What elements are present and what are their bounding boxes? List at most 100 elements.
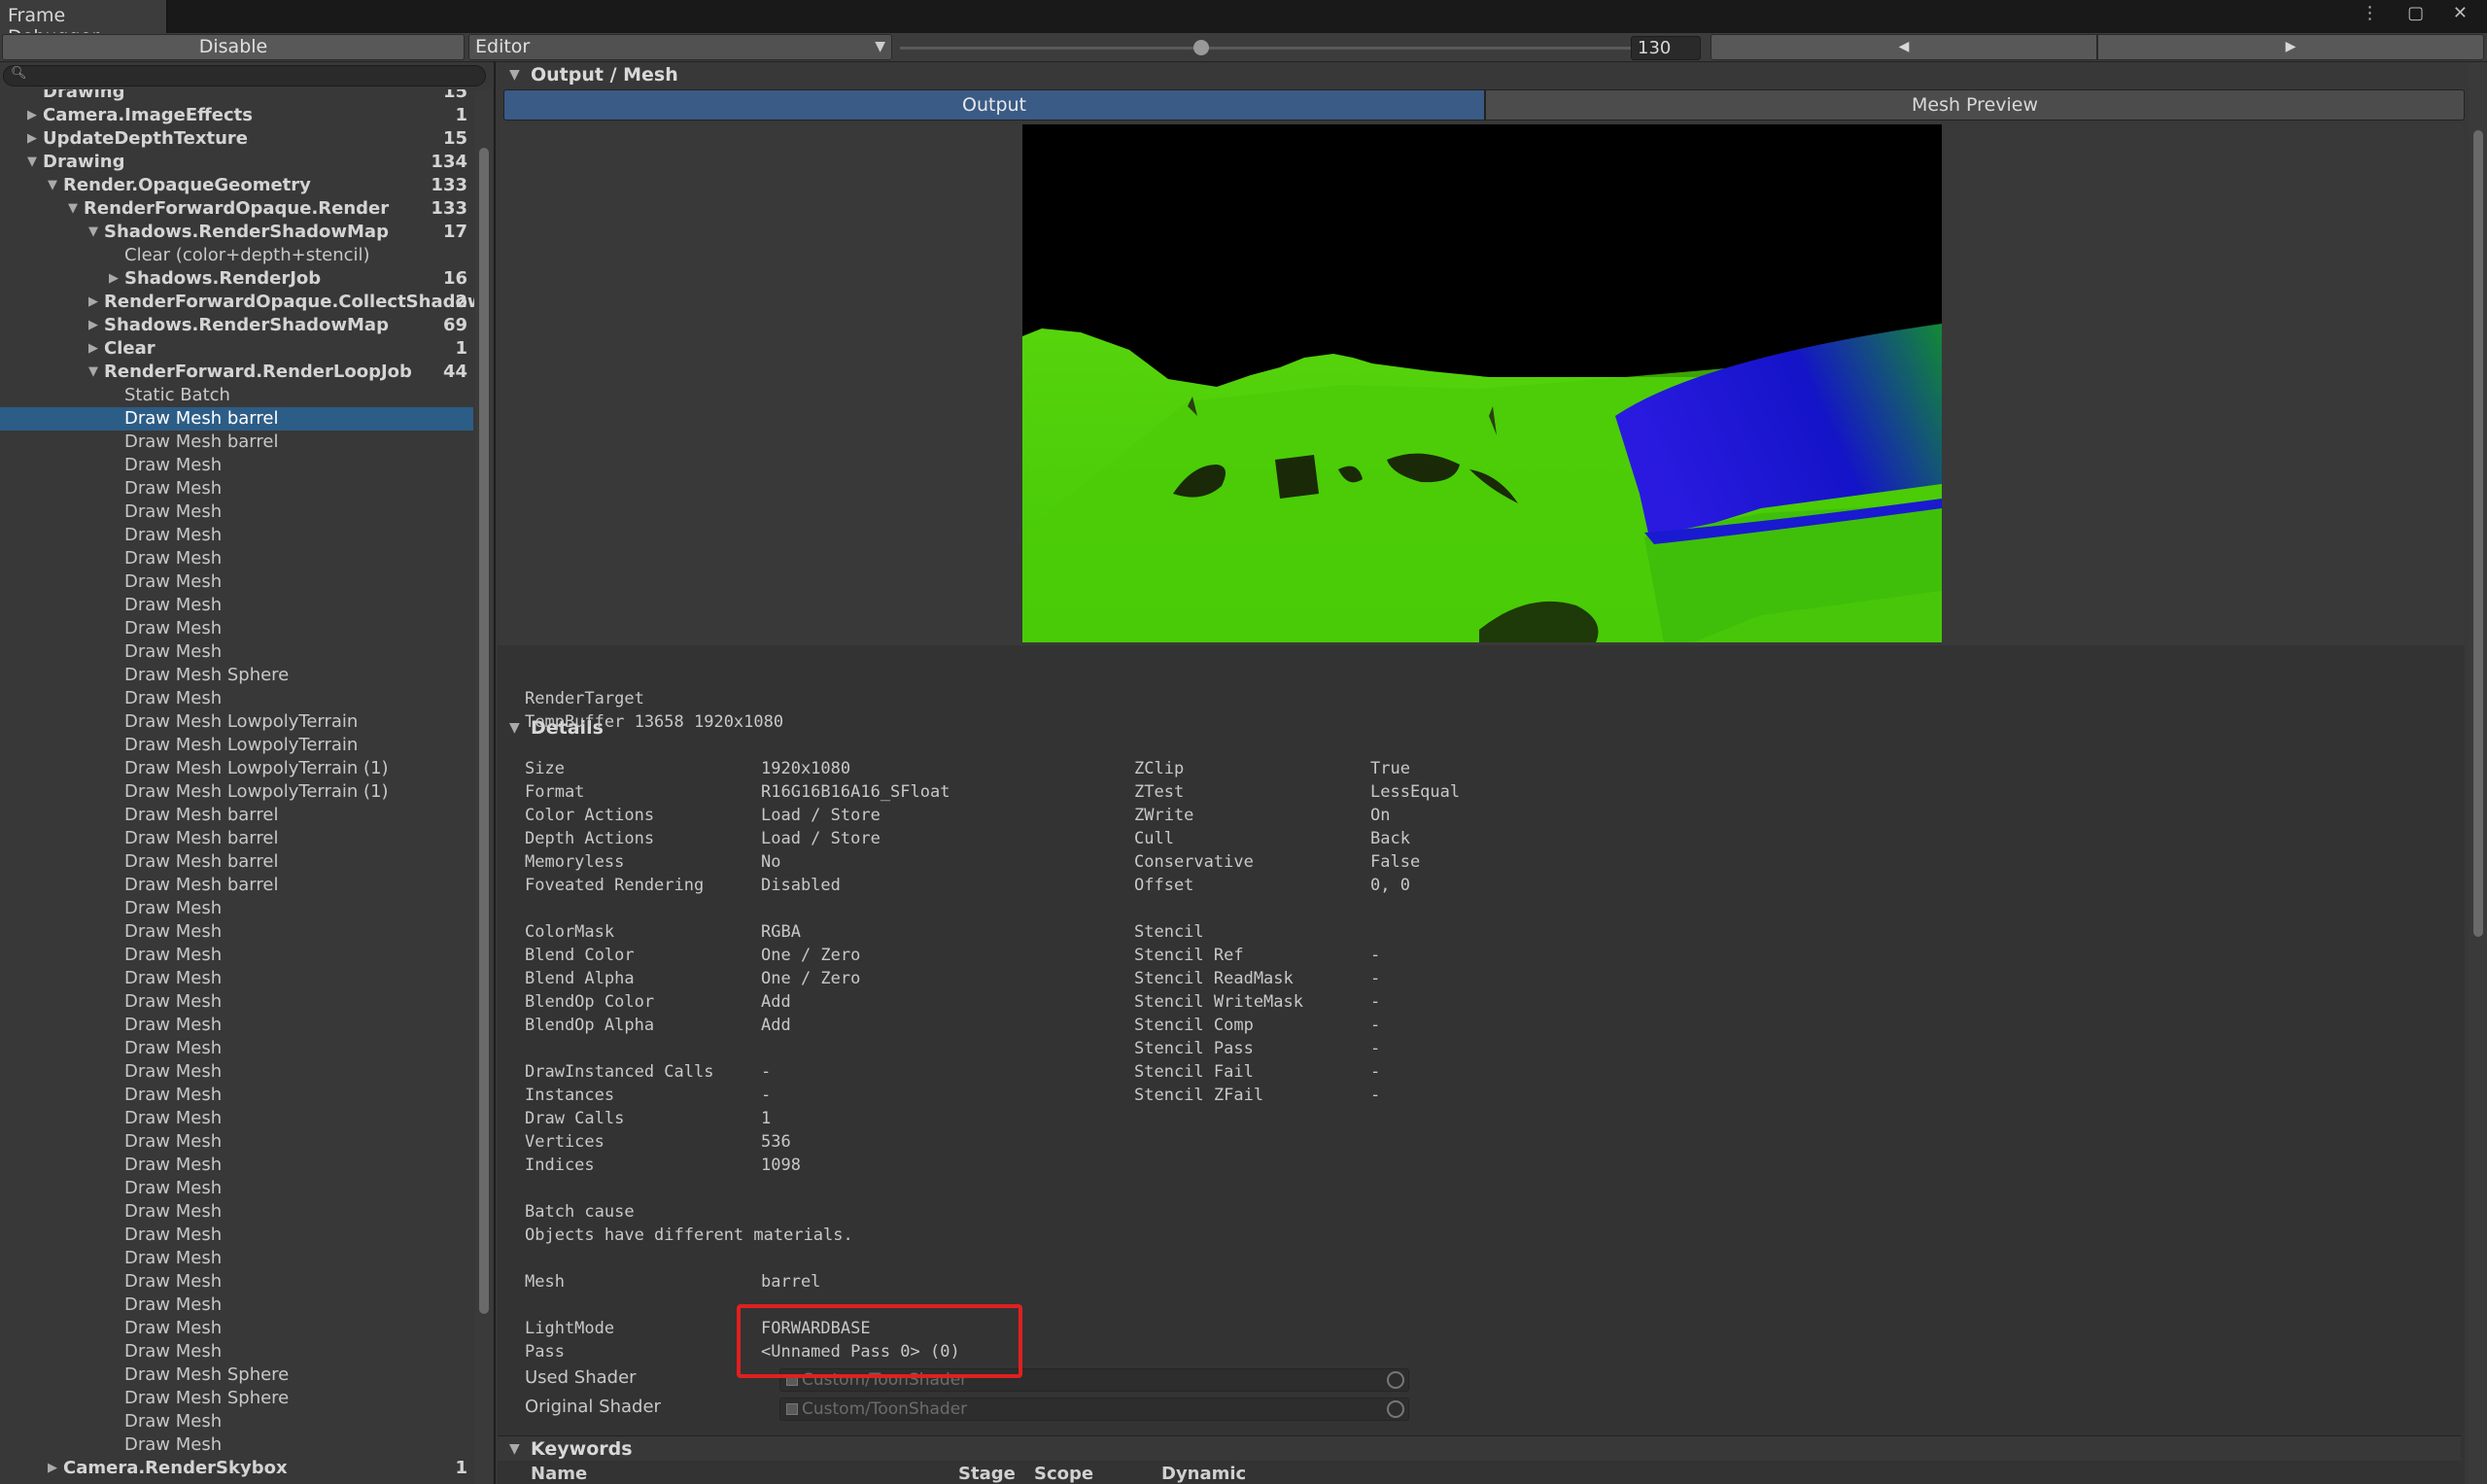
tree-row[interactable]: Draw Mesh — [0, 1154, 473, 1177]
frame-slider[interactable] — [896, 33, 1635, 62]
tree-row[interactable]: Draw Mesh — [0, 1084, 473, 1107]
tree-row[interactable]: Draw Mesh — [0, 570, 473, 594]
tree-row[interactable]: Draw Mesh — [0, 524, 473, 547]
window-tab-frame-debugger[interactable]: Frame Debugger — [0, 0, 167, 48]
triangle-down-icon[interactable]: ▼ — [68, 197, 78, 221]
tree-row[interactable]: Draw Mesh LowpolyTerrain (1) — [0, 780, 473, 804]
tree-row[interactable]: Draw Mesh LowpolyTerrain (1) — [0, 757, 473, 780]
frame-number-field[interactable]: 130 — [1631, 36, 1701, 60]
tree-row-label: Camera.ImageEffects — [43, 105, 253, 125]
tree-row[interactable]: Draw Mesh Sphere — [0, 1387, 473, 1410]
tree-row[interactable]: Draw Mesh — [0, 500, 473, 524]
tree-row[interactable]: Draw Mesh — [0, 1410, 473, 1433]
tree-row[interactable]: Draw Mesh — [0, 1037, 473, 1060]
tree-row-label: Draw Mesh — [124, 1108, 223, 1128]
triangle-right-icon[interactable]: ▶ — [88, 291, 98, 314]
tree-row[interactable]: ▶ RenderForwardOpaque.CollectShadows 2 — [0, 291, 474, 314]
triangle-right-icon[interactable]: ▶ — [27, 127, 37, 151]
tree-row[interactable]: Draw Mesh — [0, 1224, 473, 1247]
tree-row[interactable]: Draw Mesh — [0, 477, 473, 500]
tree-row[interactable]: ▼ Shadows.RenderShadowMap 17 — [0, 221, 473, 244]
tree-row[interactable]: Draw Mesh — [0, 1060, 473, 1084]
tree-row[interactable]: Draw Mesh — [0, 944, 473, 967]
tree-row[interactable]: ▶ Shadows.RenderShadowMap 69 — [0, 314, 473, 337]
tree-row[interactable]: Draw Mesh barrel — [0, 804, 473, 827]
tab-output[interactable]: Output — [503, 89, 1485, 121]
next-frame-button[interactable]: ▶ — [2097, 34, 2484, 60]
tree-row[interactable]: Draw Mesh LowpolyTerrain — [0, 734, 473, 757]
disable-button[interactable]: Disable — [2, 34, 465, 60]
tree-row[interactable]: Draw Mesh barrel — [0, 850, 473, 874]
previous-frame-button[interactable]: ◀ — [1710, 34, 2097, 60]
object-picker-icon[interactable] — [1387, 1371, 1404, 1389]
tree-row[interactable]: Draw Mesh barrel — [0, 407, 473, 431]
search-field[interactable]: 🔍︎ — [3, 65, 486, 86]
tree-row[interactable]: Static Batch — [0, 384, 473, 407]
tree-row[interactable]: Draw Mesh — [0, 990, 473, 1014]
event-tree-scrollbar-thumb[interactable] — [479, 148, 489, 1314]
tree-row[interactable]: Draw Mesh barrel — [0, 431, 473, 454]
details-scrollbar-thumb[interactable] — [2473, 130, 2483, 937]
tab-mesh-preview[interactable]: Mesh Preview — [1485, 89, 2465, 121]
tree-row[interactable]: Clear (color+depth+stencil) — [0, 244, 473, 267]
triangle-right-icon[interactable]: ▶ — [88, 337, 98, 361]
tree-row[interactable]: Draw Mesh — [0, 1107, 473, 1130]
window-menu-icons[interactable]: ⋮ ▢ ✕ — [2361, 3, 2479, 23]
tree-row[interactable]: ▶ Camera.RenderSkybox 1 — [0, 1457, 473, 1479]
triangle-down-icon[interactable]: ▼ — [27, 151, 37, 174]
triangle-right-icon[interactable]: ▶ — [48, 1457, 57, 1479]
tree-row[interactable]: Draw Mesh barrel — [0, 874, 473, 897]
details-section-header[interactable]: ▼ Details — [498, 715, 2461, 741]
tree-row[interactable]: Draw Mesh — [0, 594, 473, 617]
keywords-col-stage[interactable]: Stage — [958, 1464, 1016, 1484]
triangle-down-icon[interactable]: ▼ — [88, 361, 98, 384]
tree-row[interactable]: ▶ Camera.ImageEffects 1 — [0, 104, 473, 127]
tree-row[interactable]: ▶ UpdateDepthTexture 15 — [0, 127, 473, 151]
tree-row[interactable]: Draw Mesh Sphere — [0, 664, 473, 687]
tree-row[interactable]: Draw Mesh — [0, 454, 473, 477]
tree-row[interactable]: ▶ Shadows.RenderJob 16 — [0, 267, 473, 291]
tree-row[interactable]: Draw Mesh — [0, 1317, 473, 1340]
tree-row[interactable]: Draw Mesh — [0, 1247, 473, 1270]
triangle-right-icon[interactable]: ▶ — [88, 314, 98, 337]
tree-row[interactable]: Draw Mesh — [0, 897, 473, 920]
tree-row[interactable]: Draw Mesh Sphere — [0, 1363, 473, 1387]
keywords-col-scope[interactable]: Scope — [1034, 1464, 1093, 1484]
tree-row[interactable]: Draw Mesh — [0, 1294, 473, 1317]
tree-row[interactable]: Draw Mesh barrel — [0, 827, 473, 850]
tree-row[interactable]: Draw Mesh — [0, 687, 473, 710]
tree-row[interactable]: Drawing 15 — [0, 89, 473, 104]
triangle-down-icon[interactable]: ▼ — [88, 221, 98, 244]
tree-row[interactable]: Draw Mesh — [0, 1270, 473, 1294]
tree-row[interactable]: ▼ Drawing 134 — [0, 151, 473, 174]
details-scrollbar[interactable] — [2469, 62, 2487, 1484]
keywords-section-header[interactable]: ▼ Keywords — [498, 1435, 2461, 1461]
tree-row[interactable]: ▼ RenderForwardOpaque.Render 133 — [0, 197, 473, 221]
tree-row[interactable]: Draw Mesh — [0, 1433, 473, 1457]
tree-row[interactable]: ▼ Render.OpaqueGeometry 133 — [0, 174, 473, 197]
tree-row[interactable]: ▼ RenderForward.RenderLoopJob 44 — [0, 361, 473, 384]
triangle-right-icon[interactable]: ▶ — [109, 267, 119, 291]
target-dropdown[interactable]: Editor ▼ — [468, 34, 892, 60]
frame-slider-thumb[interactable] — [1192, 40, 1209, 55]
tree-row[interactable]: Draw Mesh — [0, 1340, 473, 1363]
tree-row[interactable]: Draw Mesh LowpolyTerrain — [0, 710, 473, 734]
tree-row[interactable]: Draw Mesh — [0, 1177, 473, 1200]
tree-row[interactable]: Draw Mesh — [0, 967, 473, 990]
triangle-right-icon[interactable]: ▶ — [27, 104, 37, 127]
keywords-col-name[interactable]: Name — [531, 1464, 587, 1484]
output-mesh-section-header[interactable]: ▼ Output / Mesh — [498, 62, 2461, 87]
tree-row[interactable]: Draw Mesh — [0, 920, 473, 944]
event-tree-scrollbar[interactable] — [475, 89, 493, 1484]
tree-row[interactable]: Draw Mesh — [0, 1130, 473, 1154]
tree-row[interactable]: Draw Mesh — [0, 547, 473, 570]
tree-row[interactable]: Draw Mesh — [0, 1014, 473, 1037]
triangle-down-icon[interactable]: ▼ — [48, 174, 57, 197]
tree-row[interactable]: Draw Mesh — [0, 640, 473, 664]
tree-row[interactable]: ▶ Clear 1 — [0, 337, 473, 361]
tree-row[interactable]: Draw Mesh — [0, 1200, 473, 1224]
object-picker-icon[interactable] — [1387, 1400, 1404, 1418]
original-shader-field[interactable]: Custom/ToonShader — [779, 1398, 1409, 1421]
keywords-col-dynamic[interactable]: Dynamic — [1161, 1464, 1246, 1484]
tree-row[interactable]: Draw Mesh — [0, 617, 473, 640]
